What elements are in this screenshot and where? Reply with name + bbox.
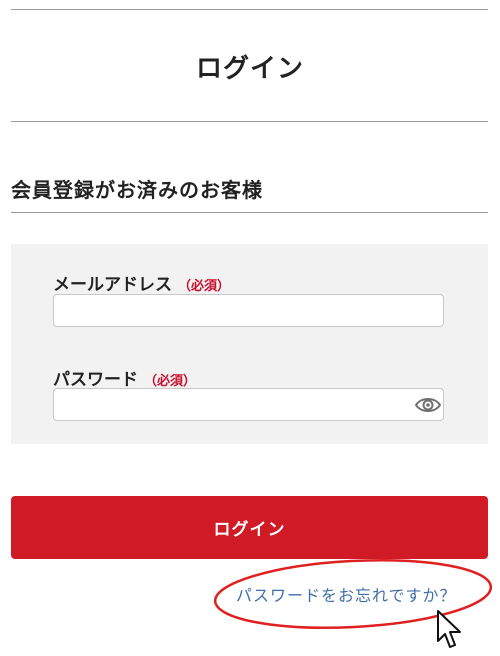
email-label-text: メールアドレス (53, 275, 172, 295)
eye-icon[interactable] (414, 394, 442, 416)
title-divider (11, 121, 488, 122)
password-label-text: パスワード (53, 370, 138, 390)
email-label: メールアドレス （必須） (53, 270, 230, 295)
section-title: 会員登録がお済みのお客様 (11, 178, 263, 202)
section-divider (11, 212, 488, 213)
page-title: ログイン (195, 54, 304, 84)
password-field[interactable] (53, 388, 444, 421)
password-label: パスワード （必須） (53, 365, 196, 390)
email-field[interactable] (53, 294, 444, 327)
cursor-arrow-icon (437, 610, 461, 648)
top-divider (11, 9, 488, 10)
login-page: ログイン 会員登録がお済みのお客様 メールアドレス （必須） パスワード （必須） … (0, 0, 500, 656)
email-required-badge: （必須） (178, 279, 231, 294)
login-button[interactable]: ログイン (11, 496, 488, 559)
password-required-badge: （必須） (144, 374, 197, 389)
